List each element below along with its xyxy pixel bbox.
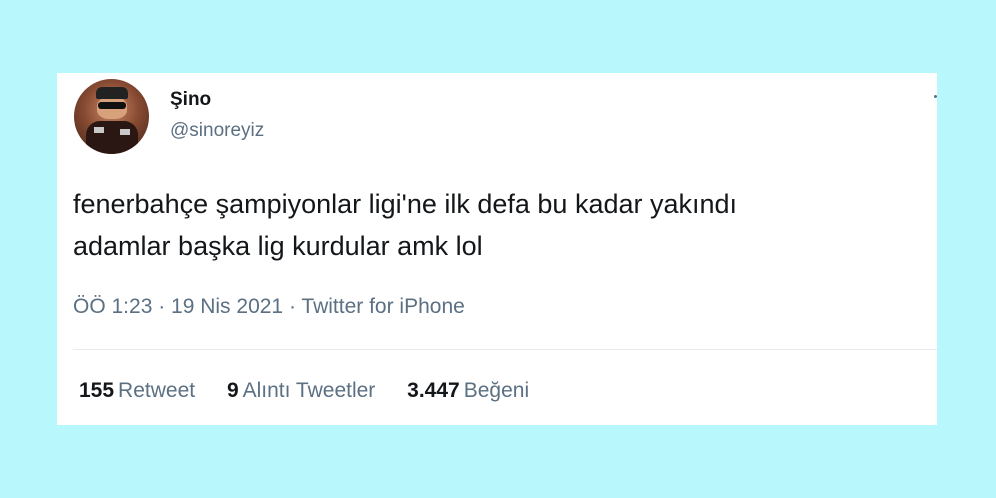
avatar[interactable]	[74, 79, 149, 154]
tweet-text: fenerbahçe şampiyonlar ligi'ne ilk defa …	[73, 183, 933, 267]
like-count: 3.447	[407, 379, 460, 402]
tweet-card: Şino @sinoreyiz fenerbahçe şampiyonlar l…	[57, 73, 937, 425]
avatar-shirt	[86, 121, 138, 154]
quote-label: Alıntı Tweetler	[242, 379, 376, 402]
tweet-text-line: fenerbahçe şampiyonlar ligi'ne ilk defa …	[73, 189, 738, 219]
display-name[interactable]: Şino	[170, 89, 211, 111]
retweet-count: 155	[79, 379, 115, 402]
avatar-shirt-logo	[94, 127, 104, 133]
retweet-label: Retweet	[118, 379, 196, 402]
like-label: Beğeni	[463, 379, 530, 402]
quote-count: 9	[226, 379, 239, 402]
avatar-shirt-logo	[120, 129, 130, 135]
tweet-stats: 155 Retweet 9 Alıntı Tweetler 3.447 Beğeni	[79, 379, 555, 403]
user-handle[interactable]: @sinoreyiz	[170, 120, 264, 142]
more-options-icon[interactable]	[934, 95, 937, 98]
divider	[73, 349, 937, 350]
retweet-stat[interactable]: 155 Retweet	[79, 379, 195, 403]
like-stat[interactable]: 3.447 Beğeni	[407, 379, 529, 403]
tweet-timestamp[interactable]: ÖÖ 1:23 · 19 Nis 2021 · Twitter for iPho…	[73, 295, 465, 319]
avatar-hat	[96, 87, 128, 99]
quote-stat[interactable]: 9 Alıntı Tweetler	[227, 379, 375, 403]
tweet-text-line: adamlar başka lig kurdular amk lol	[73, 231, 483, 261]
avatar-sunglasses	[98, 102, 126, 109]
